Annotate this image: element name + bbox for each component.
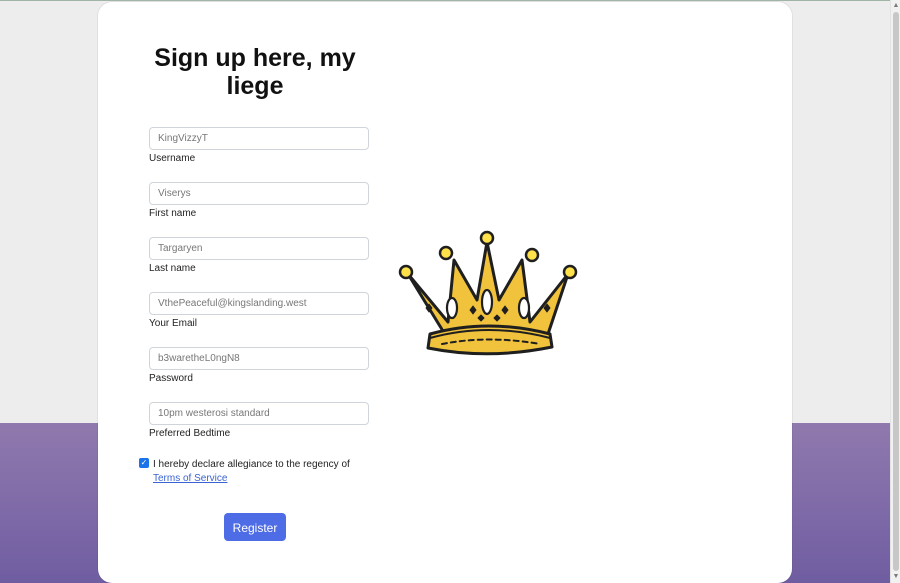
- scroll-up-icon[interactable]: ▲: [892, 1, 900, 11]
- last-name-label: Last name: [149, 263, 196, 274]
- bedtime-input[interactable]: 10pm westerosi standard: [149, 402, 369, 425]
- register-button[interactable]: Register: [224, 513, 286, 541]
- top-border-line: [0, 0, 900, 1]
- bedtime-label: Preferred Bedtime: [149, 428, 231, 439]
- scroll-down-icon[interactable]: ▼: [892, 572, 900, 582]
- vertical-scrollbar[interactable]: ▲ ▼: [890, 0, 900, 583]
- password-input[interactable]: b3waretheL0ngN8: [149, 347, 369, 370]
- first-name-input[interactable]: Viserys: [149, 182, 369, 205]
- terms-consent: ✓ I hereby declare allegiance to the reg…: [139, 458, 379, 486]
- email-label: Your Email: [149, 318, 197, 329]
- username-label: Username: [149, 153, 196, 164]
- terms-of-service-link[interactable]: Terms of Service: [153, 473, 227, 484]
- page-title: Sign up here, my liege: [154, 44, 356, 100]
- email-field-group: VthePeaceful@kingslanding.west Your Emai…: [149, 292, 371, 329]
- last-name-input[interactable]: Targaryen: [149, 237, 369, 260]
- password-field-group: b3waretheL0ngN8 Password: [149, 347, 371, 384]
- username-input[interactable]: KingVizzyT: [149, 127, 369, 150]
- email-input[interactable]: VthePeaceful@kingslanding.west: [149, 292, 369, 315]
- terms-checkbox[interactable]: ✓: [139, 458, 149, 468]
- signup-card: Sign up here, my liege KingVizzyT Userna…: [98, 2, 792, 583]
- password-label: Password: [149, 373, 193, 384]
- terms-text: I hereby declare allegiance to the regen…: [153, 458, 379, 486]
- first-name-label: First name: [149, 208, 197, 219]
- last-name-field-group: Targaryen Last name: [149, 237, 371, 274]
- scroll-thumb[interactable]: [893, 12, 899, 571]
- crown-illustration: [398, 230, 578, 356]
- bedtime-field-group: 10pm westerosi standard Preferred Bedtim…: [149, 402, 371, 439]
- username-field-group: KingVizzyT Username: [149, 127, 371, 164]
- terms-prefix: I hereby declare allegiance to the regen…: [153, 459, 350, 470]
- checkmark-icon: ✓: [140, 458, 148, 467]
- first-name-field-group: Viserys First name: [149, 182, 371, 219]
